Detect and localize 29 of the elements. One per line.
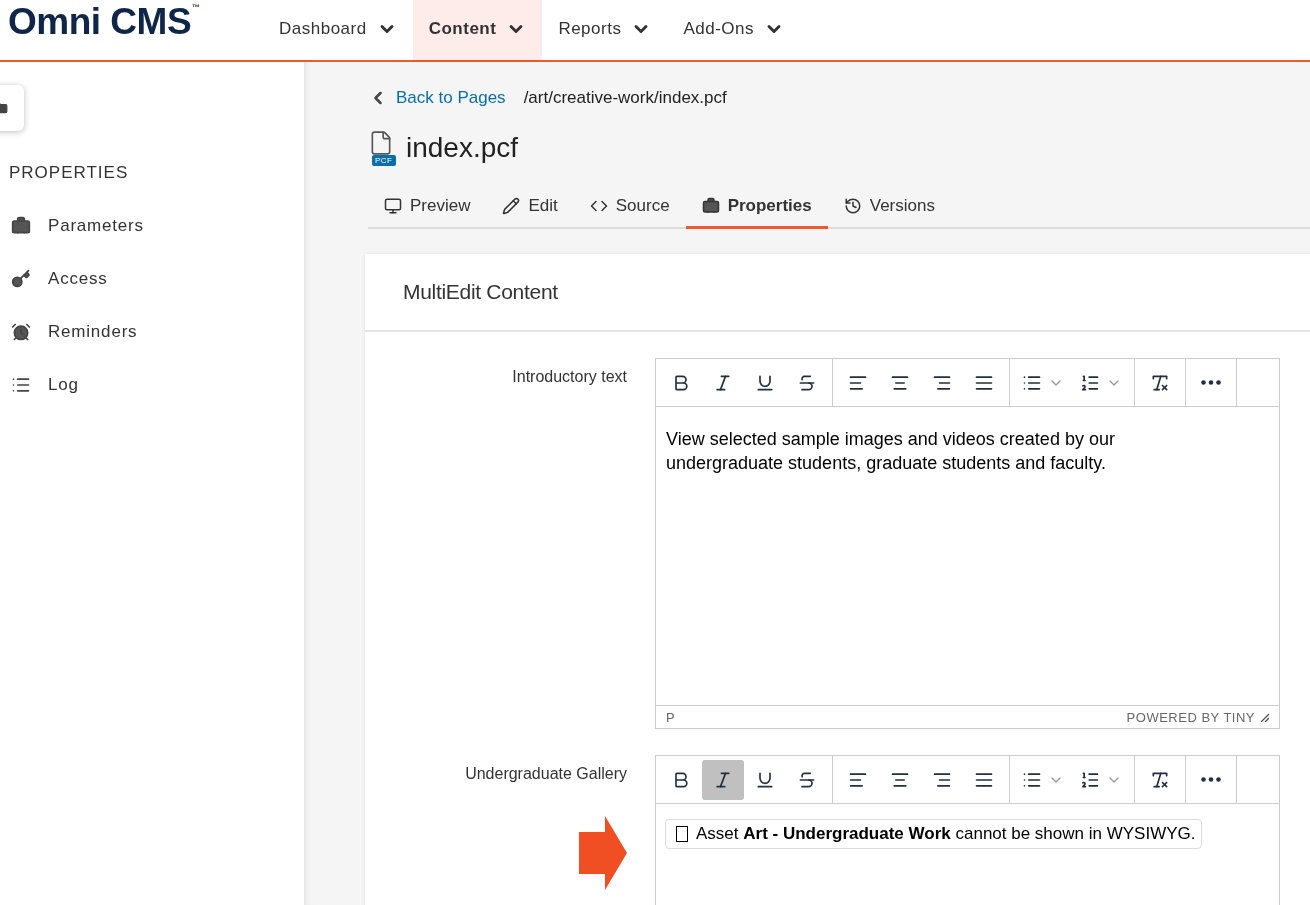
powered-by-text: POWERED BY TINY: [1126, 709, 1255, 725]
tab[interactable]: Versions: [827, 190, 951, 229]
card-title: MultiEdit Content: [365, 254, 1310, 332]
back-link[interactable]: Back to Pages: [368, 88, 506, 108]
file-path: /art/creative-work/index.pcf: [523, 88, 727, 108]
nav-menu-item[interactable]: Content: [412, 0, 543, 60]
page-title: index.pcf: [406, 132, 519, 164]
nav-menu-item[interactable]: Add-Ons: [667, 0, 800, 60]
nav-menu-item[interactable]: Dashboard: [263, 0, 413, 60]
logo-text[interactable]: Omni CMS: [8, 2, 192, 42]
tab[interactable]: Properties: [685, 190, 828, 229]
editor-text: View selected sample images and videos created by our undergraduate students, graduate students and faculty.: [666, 429, 1115, 473]
nav-menu-item[interactable]: Reports: [542, 0, 668, 60]
asset-message: Asset Art - Undergraduate Work cannot be shown in WYSIWYG.: [696, 823, 1196, 845]
field-label: Introductory text: [511, 367, 627, 387]
file-type-badge: PCF: [372, 155, 396, 166]
tab[interactable]: Edit: [486, 190, 574, 229]
trademark-mark: ™: [192, 2, 200, 14]
rich-text-editor[interactable]: View selected sample images and videos created by our undergraduate students, graduate students and faculty. P POWERED BY TINY: [655, 358, 1280, 729]
sidebar-item[interactable]: Reminders: [11, 319, 304, 345]
tab[interactable]: Preview: [368, 190, 487, 229]
sidebar-item[interactable]: Access: [11, 266, 304, 292]
rich-text-editor[interactable]: Asset Art - Undergraduate Work cannot be shown in WYSIWYG.: [655, 755, 1280, 905]
sidebar-item[interactable]: Parameters: [11, 213, 304, 239]
sidebar-title: PROPERTIES: [9, 163, 130, 183]
sidebar-item[interactable]: Log: [11, 372, 304, 398]
tab[interactable]: Source: [573, 190, 686, 229]
field-label: Undergraduate Gallery: [464, 764, 627, 783]
element-path: P: [666, 709, 675, 725]
